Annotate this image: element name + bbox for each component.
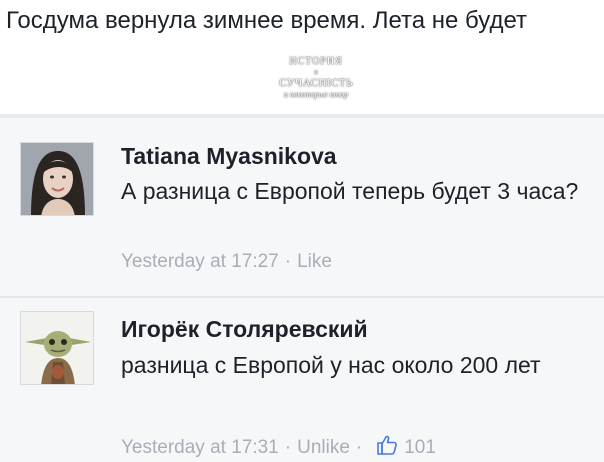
post-text: Госдума вернула зимнее время. Лета не бу… (6, 7, 527, 34)
watermark-line: и некоторые юмор (283, 90, 349, 99)
comment: Tatiana Myasnikova А разница с Европой т… (0, 118, 604, 298)
like-button[interactable]: Like (297, 251, 332, 273)
avatar[interactable] (20, 142, 94, 216)
watermark-line: ИСТОРИЯ (289, 56, 343, 67)
avatar-woman-photo (21, 143, 93, 215)
comment-text: А разница с Европой теперь будет 3 часа? (121, 178, 579, 204)
comment-divider (0, 296, 604, 298)
like-count[interactable]: 101 (404, 437, 436, 459)
comment-meta: Yesterday at 17:31 · Unlike · 101 (121, 434, 436, 462)
meta-separator: · (355, 437, 363, 458)
meta-separator: · (284, 437, 292, 458)
post: Госдума вернула зимнее время. Лета не бу… (0, 0, 604, 114)
meta-separator: · (284, 251, 292, 272)
avatar-yoda-figure (21, 312, 93, 384)
comment-author[interactable]: Tatiana Myasnikova (121, 143, 337, 170)
comment-author[interactable]: Игорёк Столяревский (121, 316, 368, 343)
comment-timestamp[interactable]: Yesterday at 17:27 (121, 251, 279, 273)
comment-timestamp[interactable]: Yesterday at 17:31 (121, 437, 279, 459)
unlike-button[interactable]: Unlike (297, 437, 350, 459)
comment-text: разница с Европой у нас около 200 лет (121, 352, 541, 378)
comment: Игорёк Столяревский разница с Европой у … (0, 299, 604, 462)
avatar[interactable] (20, 311, 94, 385)
thumbs-up-icon[interactable] (376, 434, 398, 462)
watermark-line: СУЧАСНІСТЬ (279, 77, 353, 89)
comment-meta: Yesterday at 17:27 · Like (121, 251, 332, 273)
watermark-logo: ИСТОРИЯ и СУЧАСНІСТЬ и некоторые юмор (258, 56, 374, 102)
comments-section: Tatiana Myasnikova А разница с Европой т… (0, 118, 604, 462)
